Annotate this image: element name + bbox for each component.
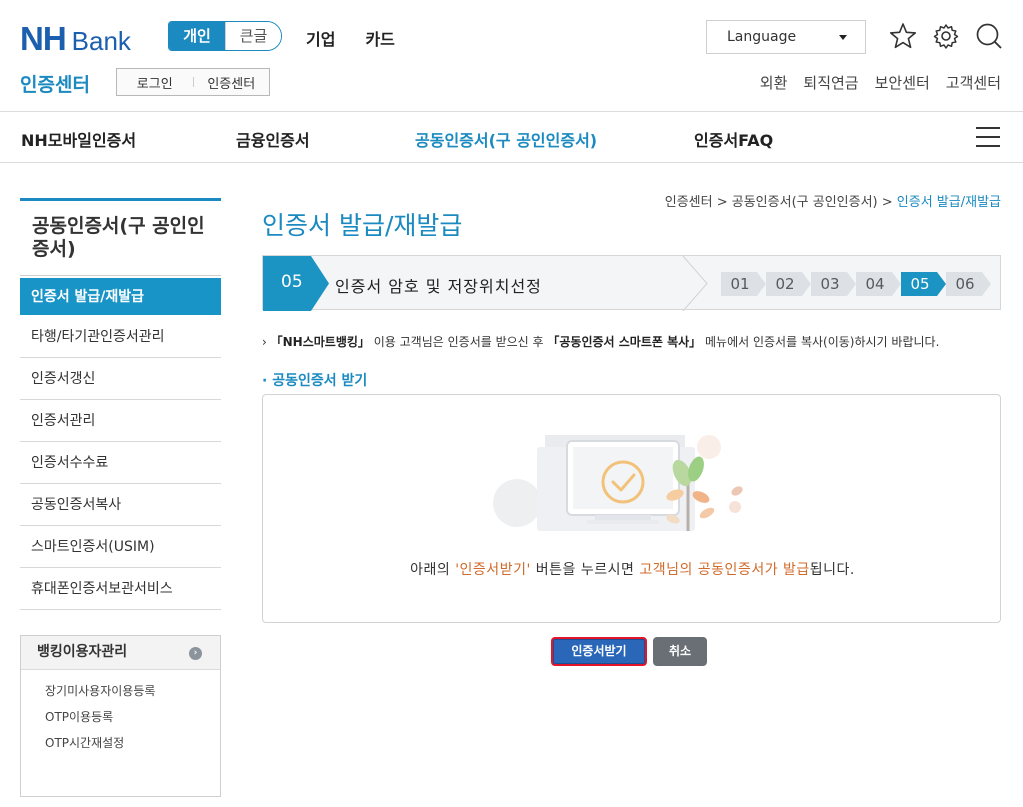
page-title: 인증서 발급/재발급 [262,211,463,240]
gnb-item-joint-cert[interactable]: 공동인증서(구 공인인증서) [415,127,597,151]
step-chip-label: 01 [730,275,749,293]
banking-user-title: 뱅킹이용자관리 [37,644,128,660]
notice-smart-banking: 「NH스마트뱅킹」 [270,335,370,349]
sidebar-item-phone-storage[interactable]: 휴대폰인증서보관서비스 [20,568,221,610]
top-nav-card[interactable]: 카드 [365,26,394,50]
sidebar-item-issue[interactable]: 인증서 발급/재발급 [20,278,221,316]
step-chip-label: 05 [910,275,929,293]
step-chip-label: 04 [865,275,884,293]
receive-button-reference: '인증서받기' [455,562,531,578]
link-otp-reset[interactable]: OTP시간재설정 [45,732,220,758]
issue-instruction: 아래의 '인증서받기' 버튼을 누르시면 고객님의 공동인증서가 발급됩니다. [410,562,855,578]
cancel-button[interactable]: 취소 [653,637,707,666]
gnb-item-financial-cert[interactable]: 금융인증서 [236,127,310,151]
logo-nh-text: NH [20,20,67,57]
breadcrumb-separator: > [881,195,893,210]
logo-bank-text: Bank [71,26,131,56]
search-icon[interactable] [975,22,1003,50]
step-chip-label: 06 [955,275,974,293]
receive-cert-button[interactable]: 인증서받기 [551,637,647,666]
utility-links: 외환 퇴직연금 보안센터 고객센터 [760,72,1001,93]
segment-large-text[interactable]: 큰글 [225,22,281,50]
link-otp-register[interactable]: OTP이용등록 [45,706,220,732]
link-dormant-register[interactable]: 장기미사용자이용등록 [45,680,220,706]
login-button[interactable]: 로그인 [117,73,193,92]
breadcrumb-separator: > [716,195,728,210]
util-link-pension[interactable]: 퇴직연금 [803,72,858,93]
step-current-label: 인증서 암호 및 저장위치선정 [335,277,542,296]
section-title: · 공동인증서 받기 [262,373,368,389]
language-select[interactable]: Language [706,20,866,54]
notice-bullet: › [262,335,267,349]
step-chip-label: 03 [820,275,839,293]
issue-highlight: 고객님의 공동인증서가 발급 [639,562,810,578]
gnb-item-nh-mobile-cert[interactable]: NH모바일인증서 [21,127,136,151]
sidebar-item-fee[interactable]: 인증서수수료 [20,442,221,484]
sidebar-item-copy[interactable]: 공동인증서복사 [20,484,221,526]
notice-text: 메뉴에서 인증서를 복사(이동)하시기 바랍니다. [701,335,940,349]
step-current-number: 05 [281,272,303,292]
cert-receive-panel: 아래의 '인증서받기' 버튼을 누르시면 고객님의 공동인증서가 발급됩니다. [262,394,1001,623]
caret-down-icon [839,35,847,40]
breadcrumb-current: 인증서 발급/재발급 [896,195,1001,210]
sidebar-item-manage[interactable]: 인증서관리 [20,400,221,442]
language-label: Language [727,29,797,45]
sidebar-item-renew[interactable]: 인증서갱신 [20,358,221,400]
step-chip-label: 02 [775,275,794,293]
sub-button-group: 로그인 인증센터 [116,68,270,96]
segment-personal[interactable]: 개인 [169,22,225,50]
banking-user-links: 장기미사용자이용등록 OTP이용등록 OTP시간재설정 [21,670,220,796]
monitor-check-illustration [493,435,743,531]
breadcrumb-item[interactable]: 인증센터 [665,195,713,210]
sidebar-item-usim[interactable]: 스마트인증서(USIM) [20,526,221,568]
menu-icon[interactable] [976,127,1000,147]
util-link-security[interactable]: 보안센터 [875,72,930,93]
sidebar: 공동인증서(구 공인인증서) 인증서 발급/재발급 타행/타기관인증서관리 인증… [20,198,221,797]
nh-bank-logo[interactable]: NH Bank [20,20,131,58]
action-buttons: 인증서받기 취소 [551,637,707,666]
notice-text: 이용 고객님은 인증서를 받으신 후 [369,335,548,349]
smart-banking-notice: › 「NH스마트뱅킹」 이용 고객님은 인증서를 받으신 후 「공동인증서 스마… [262,333,939,350]
site-header: NH Bank 개인 큰글 기업 카드 Language 인증센터 로그인 인증… [0,0,1023,112]
breadcrumb-item[interactable]: 공동인증서(구 공인인증서) [732,195,878,210]
step-indicator: 01 02 03 04 05 06 05 인증서 암호 및 저장위치선정 [262,255,1001,311]
util-link-customer[interactable]: 고객센터 [946,72,1001,93]
top-nav-corporate[interactable]: 기업 [306,26,335,50]
top-nav: 기업 카드 [306,26,395,50]
cert-center-button[interactable]: 인증센터 [194,73,270,92]
banking-user-box: 뱅킹이용자관리 › 장기미사용자이용등록 OTP이용등록 OTP시간재설정 [20,635,221,797]
sidebar-item-other-bank[interactable]: 타행/타기관인증서관리 [20,316,221,358]
breadcrumb: 인증센터 > 공동인증서(구 공인인증서) > 인증서 발급/재발급 [665,191,1001,210]
star-icon[interactable] [889,22,917,50]
cert-center-title[interactable]: 인증센터 [20,70,90,97]
gear-icon[interactable] [932,22,960,50]
gnb-item-cert-faq[interactable]: 인증서FAQ [694,127,773,151]
sidebar-title: 공동인증서(구 공인인증서) [20,198,221,276]
personal-toggle: 개인 큰글 [168,21,282,51]
banking-user-header[interactable]: 뱅킹이용자관리 › [21,636,220,670]
util-link-forex[interactable]: 외환 [760,72,788,93]
arrow-right-icon: › [189,647,202,660]
notice-copy-menu: 「공동인증서 스마트폰 복사」 [547,335,702,349]
main-nav: NH모바일인증서 금융인증서 공동인증서(구 공인인증서) 인증서FAQ [0,112,1023,163]
